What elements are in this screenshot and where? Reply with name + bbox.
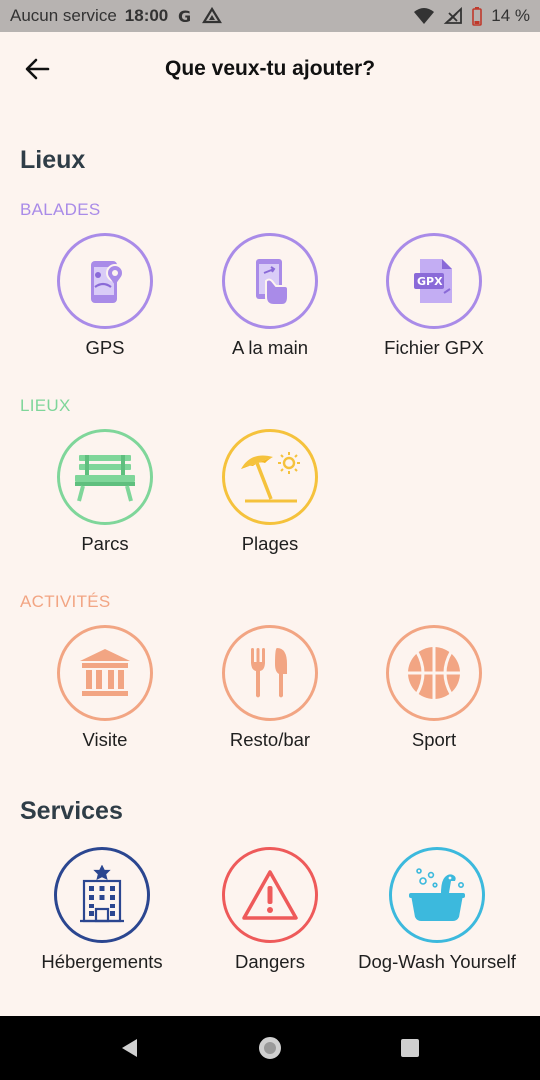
park-bench-icon [57, 429, 153, 525]
nav-back-button[interactable] [110, 1028, 150, 1068]
fork-knife-icon [222, 625, 318, 721]
add-gpx-button[interactable]: GPX Fichier GPX [352, 233, 516, 363]
triangle-back-icon [122, 1039, 137, 1057]
drive-icon [202, 7, 223, 25]
category-balades: BALADES [20, 200, 101, 219]
page-title: Que veux-tu ajouter? [164, 57, 376, 80]
home-circle-icon [259, 1037, 281, 1059]
section-title-lieux: Lieux [20, 146, 86, 174]
nav-home-button[interactable] [250, 1028, 290, 1068]
status-time: 18:00 [124, 6, 169, 25]
category-activites: ACTIVITÉS [20, 592, 111, 611]
add-danger-button[interactable]: Dangers [188, 847, 352, 977]
tile-label-gpx: Fichier GPX [384, 337, 484, 358]
status-bar: Aucun service 18:00 G 14 % [0, 0, 540, 32]
top-app-bar: Que veux-tu ajouter? [0, 32, 540, 106]
category-lieux: LIEUX [20, 396, 71, 415]
add-resto-button[interactable]: Resto/bar [188, 625, 352, 755]
tile-label-dogwash: Dog-Wash Yourself [358, 951, 516, 972]
beach-umbrella-icon [222, 429, 318, 525]
tile-label-visite: Visite [82, 729, 128, 750]
tile-label-sport: Sport [411, 729, 457, 750]
arrow-back-icon [25, 58, 50, 80]
add-sport-button[interactable]: Sport [352, 625, 516, 755]
museum-icon [57, 625, 153, 721]
google-icon: G [176, 7, 194, 25]
tile-label-hand: A la main [231, 337, 309, 358]
section-title-services: Services [20, 797, 123, 825]
system-navigation-bar [0, 1016, 540, 1080]
add-gps-button[interactable]: GPS [23, 233, 187, 363]
add-dogwash-button[interactable]: Dog-Wash Yourself [355, 847, 519, 977]
basketball-icon [386, 625, 482, 721]
gpx-file-icon: GPX [386, 233, 482, 329]
tile-label-resto: Resto/bar [229, 729, 311, 750]
gps-phone-icon [57, 233, 153, 329]
battery-percent: 14 % [491, 6, 530, 25]
tile-label-gps: GPS [85, 337, 125, 358]
tile-label-dangers: Dangers [235, 951, 305, 972]
svg-text:GPX: GPX [417, 275, 443, 288]
hotel-building-icon [54, 847, 150, 943]
tile-label-hebergements: Hébergements [41, 951, 163, 972]
battery-icon [471, 6, 483, 26]
nav-recents-button[interactable] [390, 1028, 430, 1068]
carrier-text: Aucun service [10, 6, 117, 25]
tile-label-parcs: Parcs [81, 533, 129, 554]
hand-phone-icon [222, 233, 318, 329]
back-button[interactable] [22, 54, 52, 84]
wifi-icon [413, 7, 435, 25]
dog-bath-icon [389, 847, 485, 943]
square-recents-icon [401, 1039, 419, 1057]
add-park-button[interactable]: Parcs [23, 429, 187, 559]
add-hand-button[interactable]: A la main [188, 233, 352, 363]
add-beach-button[interactable]: Plages [188, 429, 352, 559]
signal-icon [443, 7, 463, 25]
tile-label-plages: Plages [241, 533, 299, 554]
warning-triangle-icon [222, 847, 318, 943]
svg-text:G: G [178, 7, 191, 25]
add-hebergement-button[interactable]: Hébergements [20, 847, 184, 977]
add-visit-button[interactable]: Visite [23, 625, 187, 755]
